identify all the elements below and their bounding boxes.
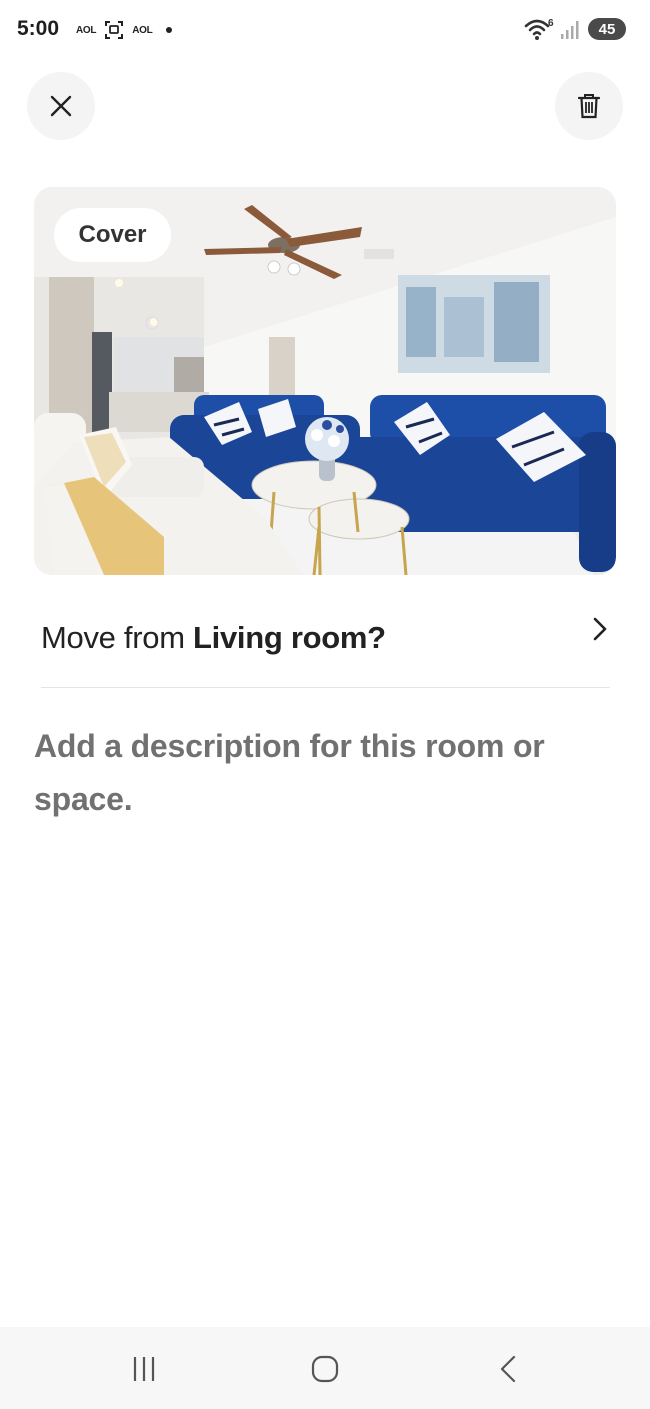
description-input[interactable]: Add a description for this room or space… [34, 720, 614, 826]
close-button[interactable] [27, 72, 95, 140]
delete-button[interactable] [555, 72, 623, 140]
back-button[interactable] [488, 1351, 528, 1387]
wifi-icon: 6 [524, 18, 554, 40]
svg-text:6: 6 [548, 18, 554, 29]
status-right: 6 45 [524, 17, 626, 41]
recent-apps-icon [133, 1357, 155, 1381]
close-icon [50, 95, 72, 117]
back-icon [500, 1355, 516, 1383]
room-photo[interactable]: Cover [34, 187, 616, 575]
cover-badge: Cover [54, 208, 171, 262]
status-bar: 5:00 AOL AOL 6 45 [0, 0, 650, 62]
notification-icons: AOL AOL [76, 20, 173, 40]
move-room-row[interactable]: Move from Living room? [41, 610, 610, 688]
aol-notification-icon-2: AOL [132, 24, 153, 36]
chevron-right-icon [593, 617, 607, 641]
screenshot-icon [105, 21, 124, 39]
status-time: 5:00 [17, 17, 60, 40]
home-icon [311, 1355, 339, 1383]
trash-icon [578, 94, 600, 119]
signal-icon [561, 21, 579, 39]
move-room-label: Move from Living room? [41, 620, 386, 656]
aol-notification-icon: AOL [76, 24, 97, 36]
move-prefix: Move from [41, 620, 194, 655]
move-room-name: Living room? [193, 620, 386, 655]
system-nav-bar [0, 1327, 650, 1409]
recent-apps-button[interactable] [124, 1351, 164, 1387]
battery-indicator: 45 [588, 18, 626, 40]
more-notifications-dot [166, 27, 173, 33]
home-button[interactable] [305, 1351, 345, 1387]
